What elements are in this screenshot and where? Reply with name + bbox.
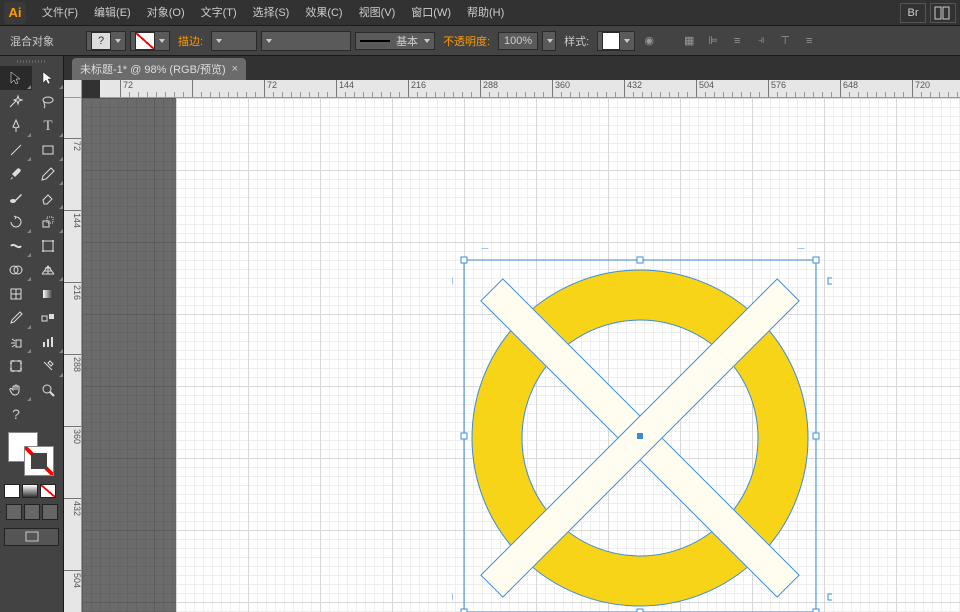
align-vcenter-button[interactable]: ≡ bbox=[799, 31, 819, 51]
bridge-button[interactable]: Br bbox=[900, 3, 926, 23]
shape-builder-tool[interactable] bbox=[0, 258, 32, 282]
stroke-weight-dropdown[interactable] bbox=[211, 31, 257, 51]
gradient-tool[interactable] bbox=[32, 282, 64, 306]
tool-unknown[interactable]: ? bbox=[0, 402, 32, 426]
recolor-button[interactable]: ◉ bbox=[639, 31, 659, 51]
stroke-swatch bbox=[135, 32, 155, 50]
menu-object[interactable]: 对象(O) bbox=[139, 0, 193, 26]
slice-tool[interactable] bbox=[32, 354, 64, 378]
paintbrush-tool[interactable] bbox=[0, 162, 32, 186]
menu-help[interactable]: 帮助(H) bbox=[459, 0, 512, 26]
scale-tool[interactable] bbox=[32, 210, 64, 234]
fill-swatch: ? bbox=[91, 32, 111, 50]
eraser-tool[interactable] bbox=[32, 186, 64, 210]
align-hcenter-button[interactable]: ≡ bbox=[727, 31, 747, 51]
line-tool[interactable] bbox=[0, 138, 32, 162]
width-tool[interactable] bbox=[0, 234, 32, 258]
column-graph-tool[interactable] bbox=[32, 330, 64, 354]
toolbox-grip[interactable] bbox=[0, 56, 63, 66]
menu-window[interactable]: 窗口(W) bbox=[403, 0, 459, 26]
fill-dropdown[interactable]: ? bbox=[86, 31, 126, 51]
canvas[interactable] bbox=[82, 98, 960, 612]
direct-selection-tool[interactable] bbox=[32, 66, 64, 90]
eyedropper-tool[interactable] bbox=[0, 306, 32, 330]
zoom-tool[interactable] bbox=[32, 378, 64, 402]
close-tab-button[interactable]: × bbox=[232, 63, 238, 75]
artboard-tool[interactable] bbox=[0, 354, 32, 378]
rectangle-tool[interactable] bbox=[32, 138, 64, 162]
workspace: 未标题-1* @ 98% (RGB/预览) × 7272144216288360… bbox=[64, 56, 960, 612]
opacity-label: 不透明度: bbox=[439, 33, 494, 49]
menu-file[interactable]: 文件(F) bbox=[34, 0, 86, 26]
rotate-tool[interactable] bbox=[0, 210, 32, 234]
menu-select[interactable]: 选择(S) bbox=[245, 0, 298, 26]
menu-effect[interactable]: 效果(C) bbox=[297, 0, 350, 26]
ruler-horizontal[interactable]: 7272144216288360432504576648720792 bbox=[100, 80, 960, 98]
control-bar: 混合对象 ? 描边: 基本 不透明度: 100% 样式: ◉ ▦ ⊫ ≡ ⫣ ⊤… bbox=[0, 26, 960, 56]
menu-edit[interactable]: 编辑(E) bbox=[86, 0, 139, 26]
ruler-origin[interactable] bbox=[64, 80, 82, 98]
document-tabs: 未标题-1* @ 98% (RGB/预览) × bbox=[64, 56, 960, 80]
color-mode-button[interactable] bbox=[4, 484, 20, 498]
ruler-vertical[interactable]: 72144216288360432504 bbox=[64, 98, 82, 612]
align-left-button[interactable]: ⊫ bbox=[703, 31, 723, 51]
brush-def-label: 基本 bbox=[396, 33, 418, 49]
blend-tool[interactable] bbox=[32, 306, 64, 330]
pen-tool[interactable] bbox=[0, 114, 32, 138]
stroke-indicator[interactable] bbox=[24, 446, 54, 476]
stroke-dropdown[interactable] bbox=[130, 31, 170, 51]
document-tab-title: 未标题-1* @ 98% (RGB/预览) bbox=[80, 61, 226, 77]
blob-brush-tool[interactable] bbox=[0, 186, 32, 210]
type-tool[interactable]: T bbox=[32, 114, 64, 138]
style-dropdown[interactable] bbox=[597, 31, 635, 51]
app-logo: Ai bbox=[4, 2, 26, 24]
draw-inside-button[interactable] bbox=[42, 504, 58, 520]
draw-behind-button[interactable] bbox=[24, 504, 40, 520]
opacity-dropdown[interactable] bbox=[542, 31, 556, 51]
document-tab[interactable]: 未标题-1* @ 98% (RGB/预览) × bbox=[72, 58, 246, 80]
hand-tool[interactable] bbox=[0, 378, 32, 402]
opacity-input[interactable]: 100% bbox=[498, 32, 538, 50]
symbol-sprayer-tool[interactable] bbox=[0, 330, 32, 354]
draw-normal-button[interactable] bbox=[6, 504, 22, 520]
none-mode-button[interactable] bbox=[40, 484, 56, 498]
lasso-tool[interactable] bbox=[32, 90, 64, 114]
free-transform-tool[interactable] bbox=[32, 234, 64, 258]
magic-wand-tool[interactable] bbox=[0, 90, 32, 114]
menu-text[interactable]: 文字(T) bbox=[193, 0, 245, 26]
align-right-button[interactable]: ⫣ bbox=[751, 31, 771, 51]
toolbox: T ? bbox=[0, 56, 64, 612]
selection-tool[interactable] bbox=[0, 66, 32, 90]
style-label: 样式: bbox=[560, 33, 593, 49]
mesh-tool[interactable] bbox=[0, 282, 32, 306]
align-panel-button[interactable]: ▦ bbox=[679, 31, 699, 51]
pencil-tool[interactable] bbox=[32, 162, 64, 186]
fill-stroke-indicator[interactable] bbox=[4, 430, 59, 478]
gradient-mode-button[interactable] bbox=[22, 484, 38, 498]
arrange-docs-button[interactable] bbox=[930, 3, 956, 23]
stroke-label: 描边: bbox=[174, 33, 207, 49]
menu-view[interactable]: 视图(V) bbox=[351, 0, 404, 26]
perspective-grid-tool[interactable] bbox=[32, 258, 64, 282]
menu-bar: Ai 文件(F) 编辑(E) 对象(O) 文字(T) 选择(S) 效果(C) 视… bbox=[0, 0, 960, 26]
var-width-dropdown[interactable] bbox=[261, 31, 351, 51]
screen-mode-button[interactable] bbox=[4, 528, 59, 546]
selection-type-label: 混合对象 bbox=[6, 33, 58, 49]
brush-def-dropdown[interactable]: 基本 bbox=[355, 32, 435, 50]
align-top-button[interactable]: ⊤ bbox=[775, 31, 795, 51]
style-swatch bbox=[602, 32, 620, 50]
